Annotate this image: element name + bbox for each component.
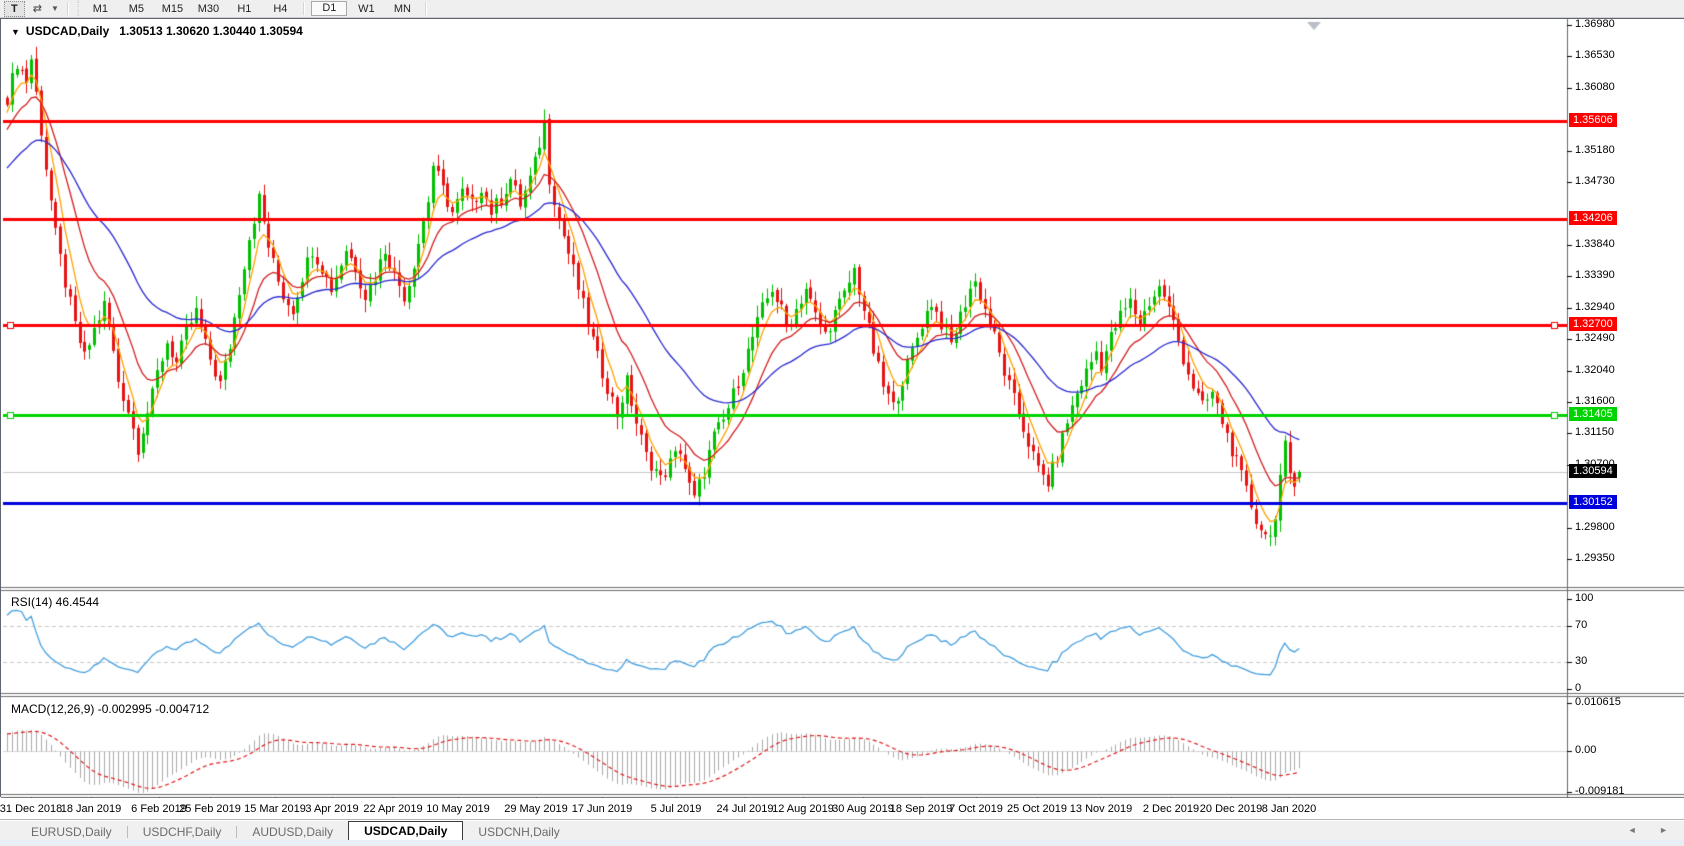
- tab-usdcnh[interactable]: USDCNH,Daily: [463, 824, 574, 841]
- date-axis-label: 8 Jan 2020: [1262, 803, 1316, 815]
- tab-scroll-left-icon[interactable]: ◄: [1628, 825, 1647, 835]
- date-axis-label: 18 Jan 2019: [61, 803, 122, 815]
- timeframe-button-M15[interactable]: M15: [155, 2, 189, 16]
- price-axis-label: 1.33840: [1575, 238, 1615, 250]
- toolbar-grip-handle[interactable]: ⁞⁞: [77, 0, 80, 18]
- macd-axis-label: 0.010615: [1575, 696, 1621, 708]
- date-axis-label: 30 Aug 2019: [832, 803, 894, 815]
- price-axis-label: 1.35180: [1575, 144, 1615, 156]
- hline-price-label[interactable]: 1.30152: [1569, 495, 1617, 509]
- date-axis-label: 29 May 2019: [504, 803, 568, 815]
- price-axis-label: 1.32040: [1575, 364, 1615, 376]
- chart-ohlc-values: 1.30513 1.30620 1.30440 1.30594: [119, 24, 303, 38]
- date-axis-label: 22 Apr 2019: [363, 803, 422, 815]
- hline-price-label[interactable]: 1.34206: [1569, 211, 1617, 225]
- toolbar-separator: [303, 2, 305, 15]
- timeframe-button-D1[interactable]: D1: [311, 1, 347, 16]
- date-axis-label: 18 Sep 2019: [890, 803, 952, 815]
- date-axis-label: 5 Jul 2019: [651, 803, 702, 815]
- chart-tab-bar: EURUSD,DailyUSDCHF,DailyAUDUSD,DailyUSDC…: [0, 819, 1684, 841]
- date-axis-label: 24 Jul 2019: [717, 803, 774, 815]
- timeframe-button-H4[interactable]: H4: [263, 2, 297, 16]
- tab-scroll-arrows: ◄ ►: [1628, 825, 1678, 835]
- top-toolbar: T ⇄ ▼ ⁞⁞ M1M5M15M30H1H4 D1W1MN: [0, 0, 1684, 18]
- price-axis-label: 1.32940: [1575, 301, 1615, 313]
- price-axis-label: 1.36980: [1575, 18, 1615, 30]
- timeframe-button-group: M1M5M15M30H1H4 D1W1MN: [82, 1, 420, 16]
- date-axis-label: 15 Mar 2019: [244, 803, 306, 815]
- rsi-axis-label: 100: [1575, 592, 1593, 604]
- price-axis-label: 1.29350: [1575, 552, 1615, 564]
- rsi-indicator-label: RSI(14) 46.4544: [11, 595, 99, 609]
- date-axis-label: 17 Jun 2019: [572, 803, 633, 815]
- price-axis-label: 1.33390: [1575, 269, 1615, 281]
- date-axis-label: 12 Aug 2019: [772, 803, 834, 815]
- text-tool-button[interactable]: T: [4, 1, 25, 17]
- hline-price-label[interactable]: 1.31405: [1569, 407, 1617, 421]
- mt4-application: T ⇄ ▼ ⁞⁞ M1M5M15M30H1H4 D1W1MN ▼ USDCAD,Da…: [0, 0, 1684, 846]
- macd-indicator-label: MACD(12,26,9) -0.002995 -0.004712: [11, 702, 209, 716]
- toolbar-separator: [67, 2, 69, 15]
- chart-tabs: EURUSD,DailyUSDCHF,DailyAUDUSD,DailyUSDC…: [16, 821, 575, 841]
- rsi-axis-label: 30: [1575, 655, 1587, 667]
- chart-menu-triangle-icon[interactable]: ▼: [11, 27, 20, 37]
- date-axis-label: 10 May 2019: [426, 803, 490, 815]
- price-axis-label: 1.32490: [1575, 332, 1615, 344]
- timeframe-button-M5[interactable]: M5: [119, 2, 153, 16]
- chart-window: ▼ USDCAD,Daily 1.30513 1.30620 1.30440 1.3…: [0, 18, 1684, 797]
- chart-canvas[interactable]: [1, 19, 1684, 798]
- date-axis-label: 31 Dec 2018: [0, 803, 62, 815]
- timeframe-button-W1[interactable]: W1: [349, 2, 383, 16]
- timeframe-button-M30[interactable]: M30: [191, 2, 225, 16]
- chart-symbol-period: USDCAD,Daily: [26, 24, 109, 38]
- rsi-axis-label: 0: [1575, 682, 1581, 694]
- price-axis-label: 1.31600: [1575, 395, 1615, 407]
- date-axis-label: 20 Dec 2019: [1200, 803, 1262, 815]
- arrange-windows-icon[interactable]: ⇄: [27, 2, 47, 16]
- date-axis-label: 25 Oct 2019: [1007, 803, 1067, 815]
- tab-audusd[interactable]: AUDUSD,Daily: [237, 824, 348, 841]
- price-axis-label: 1.29800: [1575, 521, 1615, 533]
- timeframe-button-H1[interactable]: H1: [227, 2, 261, 16]
- timeframe-button-M1[interactable]: M1: [83, 2, 117, 16]
- price-axis-label: 1.31150: [1575, 426, 1614, 438]
- tab-scroll-right-icon[interactable]: ►: [1659, 825, 1678, 835]
- hline-price-label[interactable]: 1.35606: [1569, 113, 1617, 127]
- tab-usdchf[interactable]: USDCHF,Daily: [128, 824, 237, 841]
- hline-price-label[interactable]: 1.32700: [1569, 317, 1617, 331]
- price-axis-label: 1.34730: [1575, 175, 1615, 187]
- macd-axis-label: -0.009181: [1575, 785, 1625, 797]
- rsi-axis-label: 70: [1575, 619, 1587, 631]
- date-axis-label: 25 Feb 2019: [179, 803, 241, 815]
- chevron-down-icon[interactable]: ▼: [48, 4, 62, 13]
- timeframe-button-MN[interactable]: MN: [385, 2, 419, 16]
- date-axis-label: 2 Dec 2019: [1143, 803, 1199, 815]
- bid-price-label: 1.30594: [1569, 464, 1617, 478]
- toolbar-separator: [425, 2, 427, 15]
- price-axis-label: 1.36080: [1575, 81, 1615, 93]
- price-axis-label: 1.36530: [1575, 49, 1615, 61]
- tab-usdcad[interactable]: USDCAD,Daily: [348, 821, 463, 841]
- date-axis-label: 13 Nov 2019: [1070, 803, 1132, 815]
- macd-axis-label: 0.00: [1575, 744, 1596, 756]
- status-strip: [0, 840, 1684, 846]
- date-axis-label: 3 Apr 2019: [305, 803, 358, 815]
- chart-title: ▼ USDCAD,Daily 1.30513 1.30620 1.30440 1.3…: [11, 24, 303, 38]
- date-axis-label: 7 Oct 2019: [949, 803, 1003, 815]
- tab-eurusd[interactable]: EURUSD,Daily: [16, 824, 127, 841]
